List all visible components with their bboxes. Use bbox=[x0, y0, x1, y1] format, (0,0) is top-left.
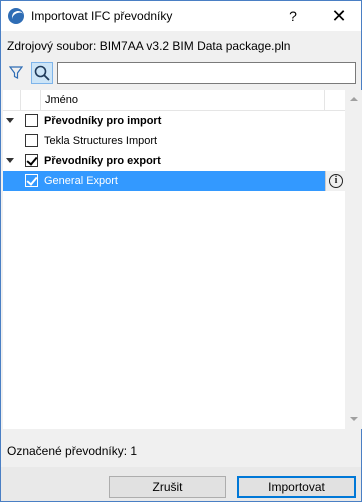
expand-arrow-icon[interactable] bbox=[6, 118, 14, 123]
item-label-tekla: Tekla Structures Import bbox=[44, 135, 158, 147]
help-button[interactable]: ? bbox=[281, 5, 305, 27]
info-button[interactable]: i bbox=[325, 171, 345, 191]
item-checkbox-general-export[interactable] bbox=[25, 174, 38, 187]
scroll-down-arrow-icon[interactable] bbox=[350, 417, 358, 421]
search-input[interactable] bbox=[57, 62, 356, 84]
header-divider bbox=[324, 90, 325, 111]
import-button[interactable]: Importovat bbox=[237, 476, 356, 498]
filter-icon[interactable] bbox=[9, 66, 23, 80]
scroll-up-arrow-icon[interactable] bbox=[350, 97, 358, 101]
list-item-tekla[interactable]: Tekla Structures Import bbox=[3, 131, 345, 151]
archicad-icon bbox=[8, 8, 24, 24]
expand-arrow-icon[interactable] bbox=[6, 158, 14, 163]
search-button[interactable] bbox=[31, 62, 53, 84]
group-checkbox-export[interactable] bbox=[25, 154, 38, 167]
search-icon bbox=[34, 65, 50, 81]
group-label-export: Převodníky pro export bbox=[44, 155, 161, 167]
list-item-general-export[interactable]: General Export i bbox=[3, 171, 345, 191]
close-button[interactable]: ✕ bbox=[327, 5, 351, 27]
source-file-label: Zdrojový soubor: BIM7AA v3.2 BIM Data pa… bbox=[7, 39, 291, 53]
group-checkbox-import[interactable] bbox=[25, 114, 38, 127]
header-divider bbox=[40, 90, 41, 111]
group-label-import: Převodníky pro import bbox=[44, 115, 162, 127]
list-header: Jméno bbox=[3, 90, 345, 111]
title-bar: Importovat IFC převodníky ? ✕ bbox=[1, 1, 361, 31]
item-checkbox-tekla[interactable] bbox=[25, 134, 38, 147]
list-group-row-export[interactable]: Převodníky pro export bbox=[3, 151, 345, 171]
list-group-row-import[interactable]: Převodníky pro import bbox=[3, 111, 345, 131]
cancel-button[interactable]: Zrušit bbox=[109, 476, 226, 498]
converter-list: Jméno Převodníky pro import Tekla Struct… bbox=[3, 90, 345, 429]
info-icon: i bbox=[329, 174, 343, 188]
header-divider bbox=[20, 90, 21, 111]
window-title: Importovat IFC převodníky bbox=[31, 9, 173, 23]
selected-count-label: Označené převodníky: 1 bbox=[7, 444, 138, 458]
item-label-general-export: General Export bbox=[44, 175, 118, 187]
list-scrollbar[interactable] bbox=[345, 90, 362, 429]
column-header-name[interactable]: Jméno bbox=[45, 94, 78, 106]
import-ifc-dialog: Importovat IFC převodníky ? ✕ Zdrojový s… bbox=[0, 0, 362, 502]
